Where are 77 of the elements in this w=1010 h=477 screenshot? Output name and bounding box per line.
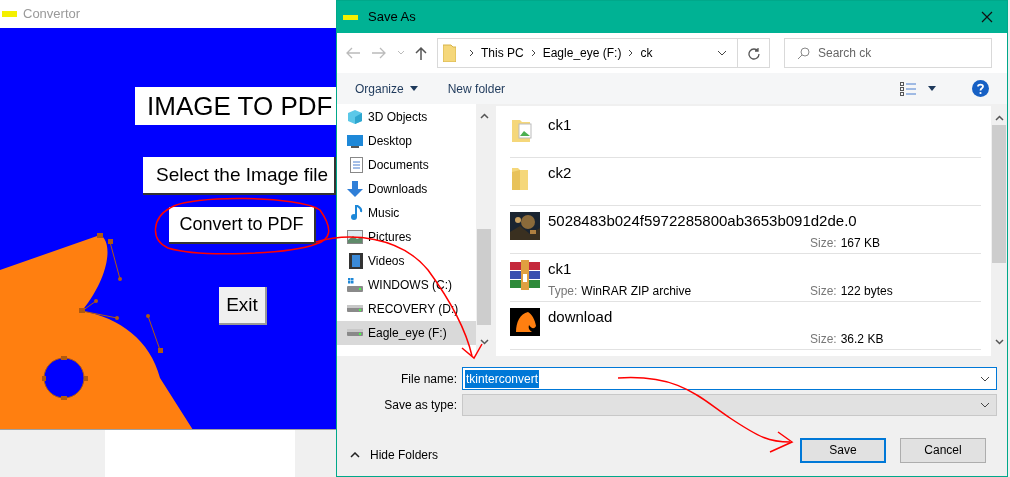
app-button[interactable]: Select the Image file	[143, 157, 336, 195]
folder-icon	[443, 44, 456, 62]
view-options-icon[interactable]	[900, 81, 916, 96]
hide-folders-button[interactable]: Hide Folders	[350, 446, 439, 464]
caret-icon[interactable]	[928, 86, 936, 91]
document-icon	[350, 157, 363, 173]
file-name[interactable]: ck1	[548, 258, 572, 281]
app-button[interactable]: Convert to PDF	[169, 207, 316, 244]
dropdown-icon	[980, 401, 990, 408]
file-name-field[interactable]: tkinterconvert	[462, 367, 997, 390]
horse-icon	[510, 308, 540, 336]
download-arrow-icon	[347, 181, 363, 197]
selected-text: tkinterconvert	[465, 369, 540, 388]
music-note-icon	[351, 205, 363, 221]
landscape-icon	[347, 230, 363, 244]
breadcrumb-item[interactable]: ck	[640, 44, 653, 62]
chevron-icon	[469, 49, 474, 57]
file-name[interactable]: 5028483b024f5972285800ab3653b091d2de.0	[548, 210, 857, 233]
chevron-icon	[628, 49, 634, 57]
size-label: Size:	[810, 283, 837, 300]
chevron-icon	[530, 49, 536, 57]
cube-icon	[347, 109, 363, 125]
drive-icon	[347, 329, 363, 337]
field-label: File name:	[399, 370, 458, 388]
caret-icon	[409, 86, 418, 91]
app-icon	[2, 11, 17, 17]
size-label: Size:	[810, 331, 837, 348]
nav-item[interactable]: Documents	[337, 153, 476, 177]
dialog-button[interactable]: Save	[800, 437, 886, 463]
nav-item[interactable]: Eagle_eye (F:)	[337, 321, 476, 345]
breadcrumb-item[interactable]: This PC	[481, 44, 524, 62]
new-folder-button[interactable]: New folder	[447, 79, 506, 98]
archive-icon	[510, 260, 540, 290]
chevron-up-icon	[350, 452, 360, 458]
file-size: 36.2 KB	[840, 331, 884, 348]
scroll-up-icon[interactable]	[479, 113, 489, 119]
up-icon[interactable]	[415, 46, 427, 60]
dropdown-icon	[980, 375, 990, 382]
scroll-down-icon[interactable]	[479, 339, 489, 345]
nav-item[interactable]: 3D Objects	[337, 105, 476, 129]
refresh-icon	[747, 46, 760, 60]
nav-item[interactable]: Desktop	[337, 129, 476, 153]
drive-icon	[347, 278, 363, 292]
field-label: Save as type:	[383, 396, 458, 414]
nav-item[interactable]: Music	[337, 201, 476, 225]
dropdown-icon[interactable]	[717, 50, 727, 56]
file-size: 122 bytes	[840, 283, 893, 300]
search-input[interactable]: Search ck	[818, 44, 968, 62]
nav-item[interactable]: Downloads	[337, 177, 476, 201]
file-name[interactable]: ck2	[548, 162, 572, 185]
close-icon[interactable]	[981, 11, 993, 23]
breadcrumb-item[interactable]: Eagle_eye (F:)	[542, 44, 622, 62]
app-button[interactable]: Exit	[219, 287, 267, 325]
scroll-down-icon[interactable]	[994, 339, 1004, 345]
help-icon[interactable]	[972, 80, 989, 97]
organize-button[interactable]: Organize	[355, 79, 418, 98]
scrollbar[interactable]	[991, 106, 1007, 356]
search-icon	[797, 46, 810, 60]
window-title: Convertor	[23, 5, 81, 24]
file-name[interactable]: ck1	[548, 114, 572, 137]
nav-item[interactable]: Videos	[337, 249, 476, 273]
size-label: Size:	[810, 235, 837, 252]
dialog-button[interactable]: Cancel	[900, 437, 986, 463]
film-icon	[349, 253, 363, 269]
type-label: Type:	[548, 283, 578, 300]
file-type: WinRAR ZIP archive	[581, 283, 692, 300]
dialog-title: Save As	[368, 8, 417, 27]
nav-item[interactable]: Pictures	[337, 225, 476, 249]
file-size: 167 KB	[840, 235, 881, 252]
search-field[interactable]: Search ck	[784, 38, 992, 68]
file-name[interactable]: download	[548, 306, 613, 329]
heading-label: IMAGE TO PDF	[135, 87, 336, 125]
app-icon	[343, 14, 358, 20]
monitor-icon	[347, 134, 363, 148]
scroll-up-icon[interactable]	[994, 115, 1004, 121]
drive-icon	[347, 305, 363, 313]
address-bar[interactable]: This PC Eagle_eye (F:) ck	[437, 38, 770, 68]
